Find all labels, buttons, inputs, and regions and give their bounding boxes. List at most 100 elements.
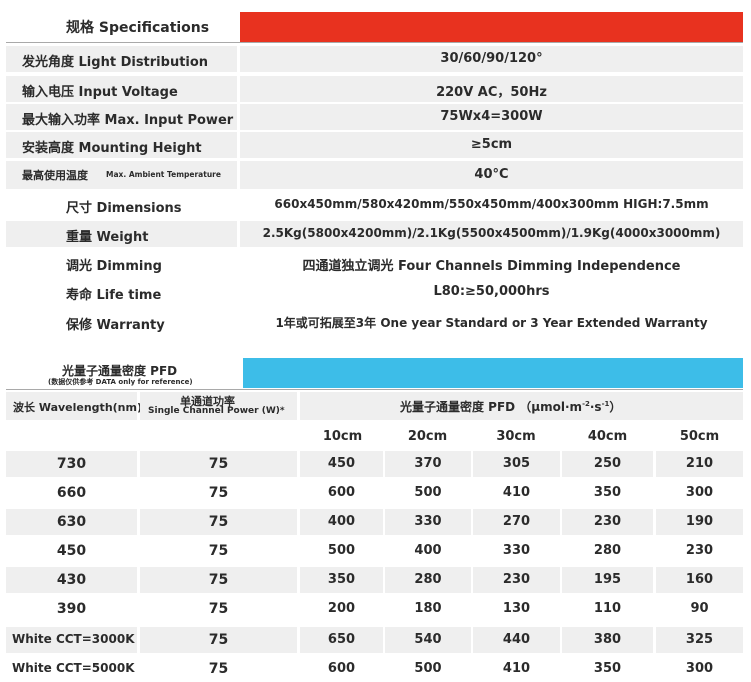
wavelength-value: 430 [56, 572, 87, 588]
spec-row: 最高使用温度 Max. Ambient Temperature 40°C [0, 161, 751, 189]
spec-label-cell: 最大输入功率 Max. Input Power [6, 104, 237, 130]
power-value: 75 [208, 456, 229, 472]
spec-value: L80:≥50,000hrs [433, 284, 550, 299]
wavelength-value: 730 [56, 456, 87, 472]
pfd-value: 195 [593, 572, 622, 587]
pfd-value-cell: 230 [562, 509, 653, 535]
spec-value-cell: 四通道独立调光 Four Channels Dimming Independen… [240, 250, 743, 276]
wavelength-value: White CCT=3000K [12, 632, 135, 646]
pfd-value: 300 [685, 485, 714, 500]
pfd-header-rule [6, 389, 743, 390]
pfd-value: 600 [327, 661, 356, 676]
pfd-value: 300 [685, 661, 714, 676]
spec-label-cell: 最高使用温度 Max. Ambient Temperature [6, 161, 237, 189]
distance-header: 30cm [496, 429, 536, 444]
pfd-value-cell: 280 [562, 538, 653, 564]
pfd-value-cell: 410 [473, 480, 560, 506]
pfd-value-cell: 330 [385, 509, 471, 535]
spec-value-cell: 660x450mm/580x420mm/550x450mm/400x300mm … [240, 192, 743, 218]
spec-row: 安装高度 Mounting Height ≥5cm [0, 132, 751, 158]
power-value-cell: 75 [140, 480, 297, 506]
col-header-power: 单通道功率 Single Channel Power (W)* [140, 392, 297, 420]
spec-label-small: Max. Ambient Temperature [106, 170, 221, 179]
pfd-value: 200 [327, 601, 356, 616]
col-pfd-end: ） [609, 400, 622, 414]
pfd-value-cell: 410 [473, 656, 560, 682]
col-power-en: Single Channel Power (W)* [148, 406, 285, 416]
pfd-value: 650 [327, 632, 356, 647]
pfd-value: 190 [685, 514, 714, 529]
pfd-value: 330 [414, 514, 442, 529]
pfd-value: 180 [414, 601, 442, 616]
spec-header-rule [6, 42, 743, 43]
col-header-wavelength: 波长 Wavelength(nm) [6, 392, 142, 420]
spec-value-cell: ≥5cm [240, 132, 743, 158]
spec-row: 输入电压 Input Voltage 220V AC，50Hz [0, 76, 751, 102]
spec-label-cell: 保修 Warranty [6, 309, 237, 335]
pfd-value: 330 [502, 543, 531, 558]
wavelength-value-cell: White CCT=5000K [6, 656, 137, 682]
spec-row: 寿命 Life time L80:≥50,000hrs [0, 279, 751, 305]
spec-value-cell: L80:≥50,000hrs [240, 279, 743, 305]
pfd-value: 230 [685, 543, 714, 558]
spec-label: 输入电压 Input Voltage [22, 85, 178, 100]
spec-value: 四通道独立调光 Four Channels Dimming Independen… [302, 259, 681, 274]
power-value-cell: 75 [140, 656, 297, 682]
pfd-value: 325 [685, 632, 714, 647]
pfd-value: 500 [414, 661, 442, 676]
pfd-value: 350 [593, 485, 622, 500]
wavelength-value: 630 [56, 514, 87, 530]
pfd-value: 370 [414, 456, 442, 471]
pfd-value-cell: 250 [562, 451, 653, 477]
pfd-value: 250 [593, 456, 622, 471]
pfd-value: 280 [414, 572, 442, 587]
spec-header: 规格 Specifications [0, 8, 751, 42]
spec-label-cell: 输入电压 Input Voltage [6, 76, 237, 102]
pfd-value: 440 [502, 632, 531, 647]
pfd-value: 450 [327, 456, 356, 471]
pfd-value: 280 [593, 543, 622, 558]
wavelength-value: 390 [56, 601, 87, 617]
wavelength-value: White CCT=5000K [12, 661, 135, 675]
spec-row: 发光角度 Light Distribution 30/60/90/120° [0, 46, 751, 72]
spec-row: 最大输入功率 Max. Input Power 75Wx4=300W [0, 104, 751, 130]
pfd-value-cell: 90 [656, 596, 743, 622]
power-value: 75 [208, 543, 229, 559]
spec-value-cell: 40°C [240, 161, 743, 189]
spec-value: ≥5cm [470, 137, 513, 152]
spec-title: 规格 Specifications [66, 20, 210, 36]
pfd-value: 90 [690, 601, 709, 616]
pfd-value: 600 [327, 485, 356, 500]
power-value: 75 [208, 514, 229, 530]
pfd-value-cell: 110 [562, 596, 653, 622]
power-value-cell: 75 [140, 451, 297, 477]
pfd-value-cell: 200 [300, 596, 383, 622]
spec-label-cell: 调光 Dimming [6, 250, 237, 276]
power-value: 75 [208, 661, 229, 677]
pfd-value-cell: 500 [385, 656, 471, 682]
pfd-value: 350 [327, 572, 356, 587]
pfd-value-cell: 600 [300, 480, 383, 506]
power-value: 75 [208, 632, 229, 648]
pfd-value-cell: 370 [385, 451, 471, 477]
col-wavelength-label: 波长 Wavelength(nm) [13, 401, 142, 414]
pfd-value-cell: 300 [656, 480, 743, 506]
spec-row: 重量 Weight 2.5Kg(5800x4200mm)/2.1Kg(5500x4… [0, 221, 751, 247]
pfd-value-cell: 500 [385, 480, 471, 506]
pfd-value-cell: 305 [473, 451, 560, 477]
pfd-value-cell: 350 [300, 567, 383, 593]
spec-label-cell: 尺寸 Dimensions [6, 192, 237, 218]
spec-label: 寿命 Life time [66, 288, 162, 303]
pfd-value: 540 [414, 632, 442, 647]
pfd-value-cell: 440 [473, 627, 560, 653]
pfd-value: 500 [414, 485, 442, 500]
pfd-value-cell: 160 [656, 567, 743, 593]
spec-label: 最大输入功率 Max. Input Power [22, 113, 234, 128]
pfd-value-cell: 350 [562, 480, 653, 506]
pfd-value: 210 [685, 456, 714, 471]
pfd-header-bar [243, 358, 743, 388]
power-value-cell: 75 [140, 596, 297, 622]
spec-value: 660x450mm/580x420mm/550x450mm/400x300mm … [274, 197, 709, 211]
spec-value: 1年或可拓展至3年 One year Standard or 3 Year Ex… [275, 316, 708, 330]
pfd-value-cell: 330 [473, 538, 560, 564]
